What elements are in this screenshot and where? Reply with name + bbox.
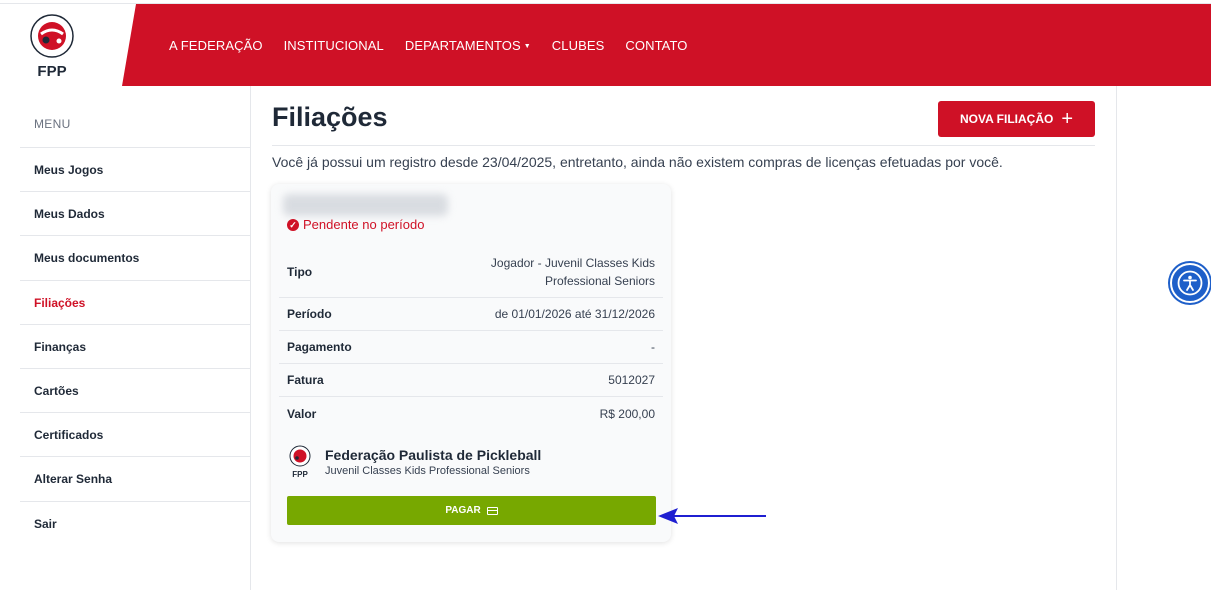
organization-info: FPP Federação Paulista de Pickleball Juv… — [287, 445, 541, 479]
row-key: Período — [287, 307, 332, 321]
nav-departamentos-label: DEPARTAMENTOS — [404, 37, 521, 53]
site-header: FPP A FEDERAÇÃO INSTITUCIONAL DEPARTAMEN… — [0, 4, 1211, 86]
blurred-player-name — [283, 194, 448, 216]
sidebar-divider — [250, 86, 251, 590]
table-row-tipo: Tipo Jogador - Juvenil Classes Kids Profe… — [279, 246, 663, 298]
caret-down-icon: ▼ — [523, 42, 531, 50]
sidebar-item-filiacoes[interactable]: Filiações — [20, 281, 250, 325]
sidebar-item-meus-documentos[interactable]: Meus documentos — [20, 236, 250, 281]
accessibility-button[interactable] — [1170, 263, 1210, 303]
sidebar-item-meus-jogos[interactable]: Meus Jogos — [20, 148, 250, 193]
row-key: Fatura — [287, 373, 324, 387]
nav-institucional[interactable]: INSTITUCIONAL — [284, 38, 384, 53]
pagar-label: PAGAR — [445, 505, 481, 516]
table-row-valor: Valor R$ 200,00 — [279, 397, 663, 430]
fpp-logo[interactable]: FPP — [24, 12, 80, 80]
row-value: de 01/01/2026 até 31/12/2026 — [494, 307, 655, 321]
filiacao-card: ✓ Pendente no período Tipo Jogador - Juv… — [271, 184, 671, 542]
content-right-divider — [1116, 86, 1117, 590]
pointer-arrow-annotation — [658, 508, 766, 524]
table-row-fatura: Fatura 5012027 — [279, 364, 663, 397]
org-category: Juvenil Classes Kids Professional Senior… — [325, 465, 530, 477]
nav-clubes[interactable]: CLUBES — [552, 38, 605, 53]
page-title: Filiações — [272, 102, 388, 132]
check-circle-icon: ✓ — [287, 218, 299, 231]
nav-departamentos[interactable]: DEPARTAMENTOS ▼ — [405, 38, 531, 53]
plus-icon: + — [1061, 108, 1073, 130]
row-value-line2: Professional Seniors — [544, 273, 655, 288]
sidebar-item-sair[interactable]: Sair — [20, 502, 250, 546]
table-row-pagamento: Pagamento - — [279, 331, 663, 364]
sidebar-item-certificados[interactable]: Certificados — [20, 413, 250, 458]
details-table: Tipo Jogador - Juvenil Classes Kids Profe… — [279, 246, 663, 430]
sidebar-item-alterar-senha[interactable]: Alterar Senha — [20, 457, 250, 502]
row-key: Pagamento — [287, 340, 352, 354]
sidebar-item-cartoes[interactable]: Cartões — [20, 369, 250, 414]
svg-text:FPP: FPP — [37, 63, 66, 80]
main-nav: A FEDERAÇÃO INSTITUCIONAL DEPARTAMENTOS ▼… — [169, 4, 688, 86]
row-key: Tipo — [287, 264, 313, 279]
sidebar: MENU Meus Jogos Meus Dados Meus document… — [20, 104, 250, 546]
table-row-periodo: Período de 01/01/2026 até 31/12/2026 — [279, 298, 663, 331]
row-value: - — [651, 340, 655, 354]
nav-contato[interactable]: CONTATO — [625, 38, 687, 53]
credit-card-icon — [486, 506, 498, 515]
title-divider — [272, 145, 1095, 146]
nova-filiacao-label: NOVA FILIAÇÃO — [959, 112, 1054, 126]
logo-area[interactable]: FPP — [0, 4, 136, 86]
row-value: R$ 200,00 — [599, 406, 655, 421]
pagar-button[interactable]: PAGAR — [287, 496, 656, 525]
row-key: Valor — [287, 406, 317, 421]
registration-notice: Você já possui um registro desde 23/04/2… — [272, 154, 1003, 170]
nova-filiacao-button[interactable]: NOVA FILIAÇÃO + — [938, 101, 1095, 137]
row-value: 5012027 — [608, 373, 655, 387]
svg-text:FPP: FPP — [292, 470, 308, 479]
menu-title: MENU — [20, 104, 250, 148]
status-badge: ✓ Pendente no período — [287, 217, 424, 232]
row-value: Jogador - Juvenil Classes Kids Profession… — [491, 254, 655, 290]
sidebar-item-financas[interactable]: Finanças — [20, 325, 250, 369]
row-value-line1: Jogador - Juvenil Classes Kids — [490, 255, 655, 270]
fpp-small-logo: FPP — [289, 445, 311, 479]
org-name: Federação Paulista de Pickleball — [325, 447, 542, 463]
nav-a-federacao[interactable]: A FEDERAÇÃO — [169, 38, 263, 53]
org-text: Federação Paulista de Pickleball Juvenil… — [325, 447, 541, 477]
sidebar-item-meus-dados[interactable]: Meus Dados — [20, 192, 250, 237]
accessibility-icon — [1177, 270, 1203, 296]
status-text: Pendente no período — [303, 217, 425, 232]
